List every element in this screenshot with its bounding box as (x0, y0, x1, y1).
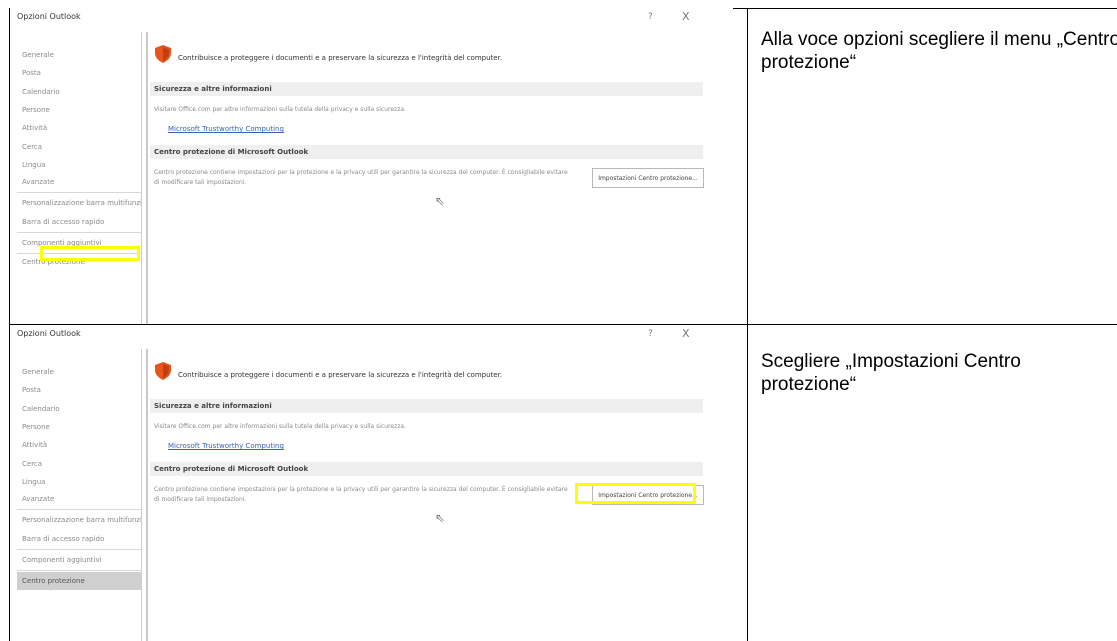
highlight-box-settings-button (575, 483, 696, 504)
security-info-text: Visitare Office.com per altre informazio… (154, 423, 406, 430)
sidebar-separator (17, 549, 141, 550)
mouse-cursor-icon: ⇖ (435, 194, 446, 208)
security-info-text: Visitare Office.com per altre informazio… (154, 106, 406, 113)
section-header-security: Sicurezza e altre informazioni (150, 82, 703, 96)
trust-center-settings-button[interactable]: Impostazioni Centro protezione... (592, 168, 704, 188)
sidebar-item-posta[interactable]: Posta (17, 383, 141, 397)
sidebar-item-lingua[interactable]: Lingua (17, 475, 141, 489)
window-title: Opzioni Outlook (17, 329, 81, 338)
intro-text: Contribuisce a proteggere i documenti e … (178, 54, 503, 62)
pane-divider (146, 349, 148, 641)
sidebar-item-cerca[interactable]: Cerca (17, 140, 141, 154)
sidebar-item-cerca[interactable]: Cerca (17, 457, 141, 471)
options-sidebar: Generale Posta Calendario Persone Attivi… (17, 32, 142, 324)
sidebar-item-lingua[interactable]: Lingua (17, 158, 141, 172)
close-icon[interactable]: X (682, 327, 690, 340)
sidebar-item-avanzate[interactable]: Avanzate (17, 492, 141, 506)
trust-center-text: Centro protezione contiene impostazioni … (154, 169, 568, 186)
sidebar-item-calendario[interactable]: Calendario (17, 402, 141, 416)
window-titlebar: Opzioni Outlook ? X (10, 8, 733, 30)
section-header-trust-center: Centro protezione di Microsoft Outlook (150, 145, 703, 159)
sidebar-item-barra-accesso-rapido[interactable]: Barra di accesso rapido (17, 215, 141, 229)
section-header-security: Sicurezza e altre informazioni (150, 399, 703, 413)
highlight-box-centro-protezione (40, 246, 140, 261)
section-header-trust-center: Centro protezione di Microsoft Outlook (150, 462, 703, 476)
pane-divider (146, 32, 148, 324)
sidebar-item-generale[interactable]: Generale (17, 365, 141, 379)
help-icon[interactable]: ? (648, 329, 653, 339)
trust-center-text: Centro protezione contiene impostazioni … (154, 486, 568, 503)
instruction-text: Scegliere „Impostazioni Centro protezion… (761, 351, 1021, 395)
shield-icon (155, 45, 171, 63)
sidebar-separator (17, 232, 141, 233)
sidebar-item-attivita[interactable]: Attività (17, 438, 141, 452)
sidebar-item-componenti-aggiuntivi[interactable]: Componenti aggiuntivi (17, 553, 141, 567)
sidebar-item-personalizzazione[interactable]: Personalizzazione barra multifunzione (17, 196, 141, 210)
sidebar-item-centro-protezione[interactable]: Centro protezione (17, 572, 141, 590)
sidebar-item-attivita[interactable]: Attività (17, 121, 141, 135)
help-icon[interactable]: ? (648, 12, 653, 22)
options-content: Contribuisce a proteggere i documenti e … (150, 32, 733, 324)
window-titlebar: Opzioni Outlook ? X (10, 325, 733, 347)
sidebar-item-barra-accesso-rapido[interactable]: Barra di accesso rapido (17, 532, 141, 546)
shield-icon (155, 362, 171, 380)
trustworthy-computing-link[interactable]: Microsoft Trustworthy Computing (168, 442, 284, 450)
mouse-cursor-icon: ⇖ (435, 511, 446, 525)
sidebar-separator (17, 192, 141, 193)
sidebar-item-calendario[interactable]: Calendario (17, 85, 141, 99)
sidebar-item-avanzate[interactable]: Avanzate (17, 175, 141, 189)
sidebar-item-posta[interactable]: Posta (17, 66, 141, 80)
sidebar-separator (17, 509, 141, 510)
sidebar-item-generale[interactable]: Generale (17, 48, 141, 62)
instruction-text: Alla voce opzioni scegliere il menu „Cen… (761, 29, 1117, 73)
sidebar-item-persone[interactable]: Persone (17, 420, 141, 434)
sidebar-item-personalizzazione[interactable]: Personalizzazione barra multifunzione (17, 513, 141, 527)
instruction-table: Opzioni Outlook ? X Generale Posta Calen… (9, 8, 1117, 641)
table-row: Opzioni Outlook ? X Generale Posta Calen… (9, 8, 1117, 324)
options-sidebar: Generale Posta Calendario Persone Attivi… (17, 349, 142, 641)
sidebar-item-persone[interactable]: Persone (17, 103, 141, 117)
outlook-options-screenshot: Opzioni Outlook ? X Generale Posta Calen… (10, 8, 733, 324)
intro-text: Contribuisce a proteggere i documenti e … (178, 371, 503, 379)
close-icon[interactable]: X (682, 10, 690, 23)
trustworthy-computing-link[interactable]: Microsoft Trustworthy Computing (168, 125, 284, 133)
table-row: Opzioni Outlook ? X Generale Posta Calen… (9, 325, 1117, 641)
window-title: Opzioni Outlook (17, 12, 81, 21)
sidebar-separator (17, 570, 141, 571)
